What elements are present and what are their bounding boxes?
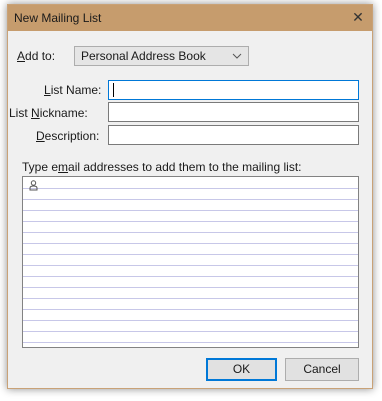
text-caret [113,83,114,97]
list-row[interactable] [23,298,358,310]
list-row[interactable] [23,243,358,255]
ok-button[interactable]: OK [206,358,277,381]
title-bar[interactable]: New Mailing List ✕ [8,5,372,31]
list-row[interactable] [23,287,358,299]
list-name-label: List Name: [44,83,102,97]
add-to-label: Add to: [17,49,56,63]
description-field[interactable] [108,125,359,145]
chevron-down-icon [232,47,242,65]
new-mailing-list-dialog: New Mailing List ✕ Add to: Personal Addr… [7,4,373,389]
list-row[interactable] [23,232,358,244]
list-nickname-field[interactable] [108,102,359,122]
list-row[interactable] [23,254,358,266]
list-row[interactable] [23,320,358,332]
list-row[interactable] [23,221,358,233]
person-icon [29,180,38,191]
dialog-title: New Mailing List [14,11,102,25]
list-row[interactable] [23,199,358,211]
list-row[interactable] [23,309,358,321]
email-prompt-label: Type email addresses to add them to the … [22,160,302,174]
list-nickname-label: List Nickname: [9,106,88,120]
add-to-selected-value: Personal Address Book [81,49,206,63]
list-row[interactable] [23,188,358,200]
list-row[interactable] [23,210,358,222]
email-address-list[interactable] [22,176,359,348]
list-row[interactable] [23,265,358,277]
list-row[interactable] [23,276,358,288]
description-label: Description: [36,129,100,143]
list-name-field[interactable] [108,80,359,100]
add-to-dropdown[interactable]: Personal Address Book [74,46,249,66]
cancel-button[interactable]: Cancel [285,358,359,381]
close-icon[interactable]: ✕ [349,8,367,26]
list-row[interactable] [23,331,358,343]
list-row[interactable] [23,177,358,189]
